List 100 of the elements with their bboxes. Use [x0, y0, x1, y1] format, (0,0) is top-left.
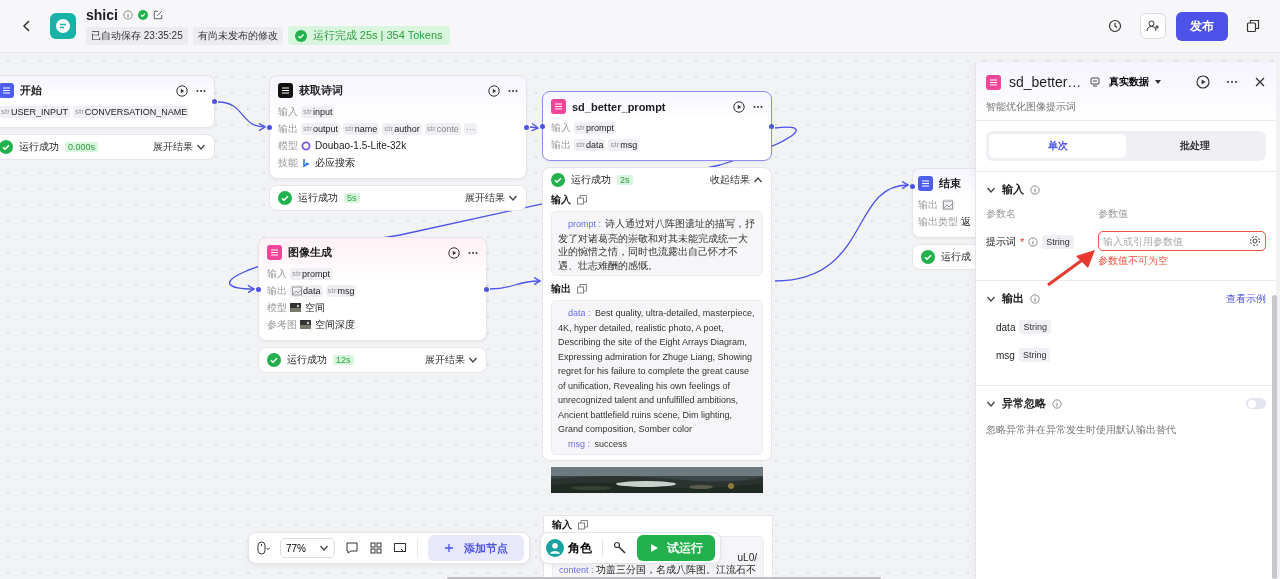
node-icon [267, 245, 282, 260]
comment-icon[interactable] [345, 541, 359, 555]
workflow-node[interactable]: 图像生成 输入 strprompt 输出 data str msg 模型 空间 参考图 空间深度 [258, 237, 487, 341]
row-label: 输出 [278, 121, 298, 136]
variable-tag: strconte [424, 122, 461, 135]
row-label: 输入 [551, 120, 571, 135]
close-icon[interactable] [1254, 76, 1266, 88]
status-text: 运行成功 [298, 191, 338, 205]
node-title: 开始 [20, 83, 42, 98]
add-node-button[interactable]: 添加节点 [428, 535, 524, 561]
annotation-arrow [1045, 248, 1097, 288]
data-source-dropdown[interactable]: 真实数据 [1109, 75, 1164, 89]
wrench-icon[interactable] [613, 541, 627, 555]
result-toggle[interactable]: 展开结果 [153, 140, 206, 154]
copy-icon[interactable] [1246, 19, 1260, 33]
minimap-icon[interactable] [393, 541, 407, 555]
model-icon [301, 140, 311, 151]
variable-tag: strname [342, 122, 380, 135]
check-icon [137, 10, 148, 20]
error-message: 参数值不可为空 [1098, 254, 1169, 268]
row-label: 模型 [267, 300, 287, 315]
view-example-link[interactable]: 查看示例 [1226, 291, 1266, 306]
toggle-switch[interactable] [1246, 398, 1266, 409]
play-icon[interactable] [1196, 75, 1210, 89]
node-icon [551, 99, 566, 114]
variable-tag: strprompt [574, 121, 616, 134]
row-label: 参考图 [267, 317, 297, 332]
panel-description: 智能优化图像提示词 [986, 100, 1077, 114]
row-label: 输入 [267, 266, 287, 281]
node-icon [918, 176, 933, 191]
variable-tag: stroutput [301, 122, 340, 135]
column-header: 参数值 [1098, 207, 1129, 221]
workflow-node[interactable]: 结束 输出 输出类型 返 [912, 168, 975, 238]
chevron-icon [468, 355, 478, 365]
success-icon [551, 173, 565, 187]
node-icon [986, 74, 1001, 90]
duration-badge: 2s [617, 175, 633, 185]
zoom-select[interactable]: 77% [280, 538, 335, 558]
result-toggle[interactable]: 展开结果 [465, 191, 518, 205]
node-title: 图像生成 [288, 245, 332, 260]
info-icon [1028, 237, 1039, 247]
workflow-node[interactable]: 获取诗词 输入 strinput 输出 stroutput strname strauthor strconte ··· 模型 Doubao-1.5-Lite-32k 技能 必应搜索 [269, 75, 527, 179]
result-toggle[interactable]: 收起结果 [710, 173, 763, 187]
row-label: 输出 [918, 197, 938, 212]
variable-tag: str msg [608, 138, 640, 151]
section-heading: 输出 [1002, 291, 1024, 306]
add-user-icon [1146, 19, 1160, 33]
workflow-node[interactable]: 开始 strUSER_INPUT strCONVERSATION_NAME [0, 75, 215, 128]
grid-icon[interactable] [369, 541, 383, 555]
mouse-icon[interactable] [254, 540, 270, 556]
play-icon[interactable] [488, 84, 500, 97]
play-icon[interactable] [733, 100, 745, 113]
duration-badge: 12s [333, 355, 354, 365]
result-toggle[interactable]: 展开结果 [425, 353, 478, 367]
mode-tab[interactable]: 批处理 [1126, 134, 1263, 158]
image-thumbnail-icon [290, 303, 301, 312]
node-icon [278, 83, 293, 98]
result-entry: prompt : 诗人通过对八阵图遗址的描写，抒发了对诸葛亮的崇敬和对其未能完成统一大业的惋惜之情，同时也流露出自己怀才不遇、壮志难酬的感慨。 [558, 217, 756, 271]
success-icon [921, 250, 935, 264]
status-text: 运行成功 [19, 140, 59, 154]
success-icon [278, 191, 292, 205]
node-title: 结束 [939, 176, 961, 191]
variable-tag: strUSER_INPUT [0, 105, 70, 118]
type-tag: String [1018, 348, 1051, 362]
status-text: 运行成 [941, 250, 971, 264]
unpublished-tag: 有尚未发布的修改 [192, 26, 283, 45]
plus-icon [444, 543, 454, 553]
mode-tab[interactable]: 单次 [989, 134, 1126, 158]
section-heading: 输入 [552, 518, 572, 532]
play-icon[interactable] [176, 84, 188, 97]
app-logo-icon [50, 13, 76, 39]
variable-tag: strCONVERSATION_NAME [72, 105, 190, 118]
section-heading: 异常忽略 [1002, 396, 1046, 411]
row-label: 模型 [278, 138, 298, 153]
node-title: 获取诗词 [299, 83, 343, 98]
info-icon [1030, 293, 1040, 304]
edit-icon[interactable] [152, 10, 163, 20]
publish-button[interactable]: 发布 [1176, 11, 1228, 41]
info-icon [1052, 398, 1062, 409]
play-icon[interactable] [448, 246, 460, 259]
settings-icon[interactable] [1249, 235, 1261, 247]
row-value: Doubao-1.5-Lite-32k [315, 140, 407, 151]
success-icon [267, 353, 281, 367]
play-icon [649, 543, 659, 553]
node-title: sd_better_prompt [572, 100, 666, 113]
workflow-node[interactable]: sd_better_prompt 输入 strprompt 输出 strdata str msg [542, 91, 772, 161]
collaborator-button[interactable] [1140, 13, 1166, 39]
section-description: 忽略异常并在异常发生时使用默认输出替代 [986, 423, 1177, 437]
autosave-tag: 已自动保存 23:35:25 [86, 26, 188, 45]
history-icon[interactable] [1108, 19, 1122, 33]
variable-tag: str msg [325, 284, 357, 297]
app-name: shici [86, 7, 118, 23]
duration-badge: 5s [344, 193, 360, 203]
role-button[interactable]: 角色 [546, 539, 592, 557]
chevron-icon [319, 543, 329, 553]
row-label: 技能 [278, 155, 298, 170]
param-value-field[interactable]: 输入或引用参数值 [1098, 231, 1266, 251]
row-value: 空间 [305, 300, 325, 315]
variable-tag: strinput [301, 105, 335, 118]
row-label: 输出类型 [918, 214, 958, 229]
